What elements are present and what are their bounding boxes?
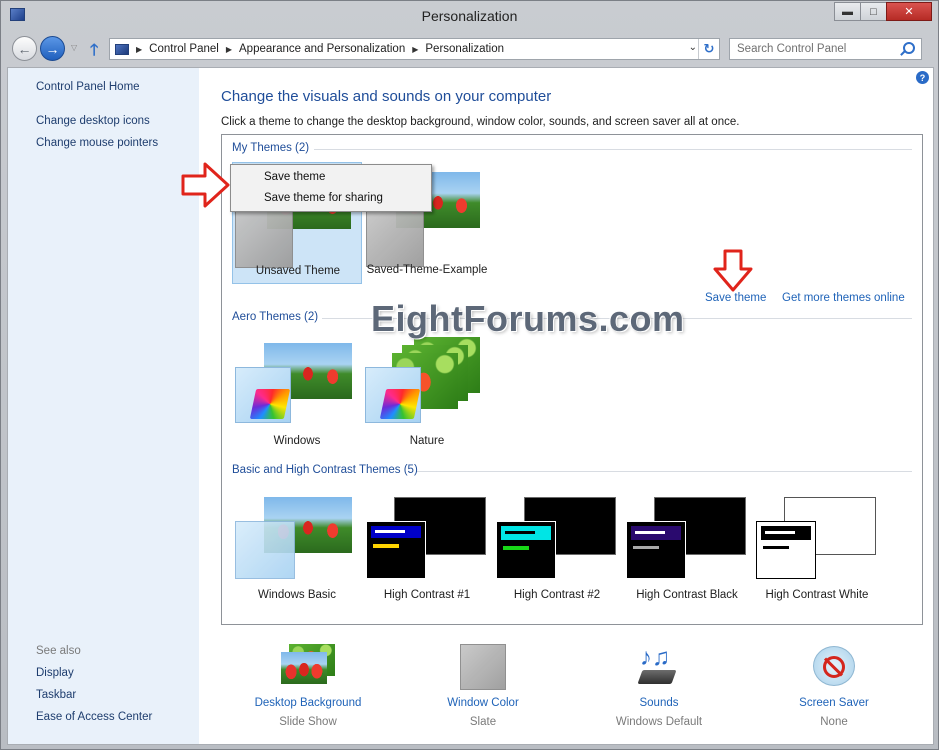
search-icon[interactable] [903, 42, 915, 54]
window-title: Personalization [421, 8, 518, 24]
navigation-bar: ← → ▽ 🡑 ▶ Control Panel ▶ Appearance and… [1, 31, 938, 67]
theme-color-swatch [235, 210, 293, 268]
theme-label: High Contrast #2 [513, 589, 601, 601]
forward-arrow-icon: → [45, 40, 60, 57]
window-controls: ▬ □ ✕ [834, 2, 932, 21]
minimize-button[interactable]: ▬ [834, 2, 861, 21]
color-wheel-icon [379, 389, 421, 419]
help-icon[interactable]: ? [916, 71, 929, 84]
title-bar: Personalization ▬ □ ✕ [1, 1, 938, 31]
save-theme-link[interactable]: Save theme [705, 292, 766, 304]
theme-label: Windows [273, 435, 321, 447]
up-button[interactable]: 🡑 [90, 39, 98, 66]
desktop-background-icon [281, 652, 327, 684]
window-color-link[interactable]: Window Color [408, 697, 558, 709]
menu-item-save-theme-for-sharing[interactable]: Save theme for sharing [264, 192, 383, 204]
watermark: EightForums.com [371, 298, 685, 339]
sidebar: Control Panel Home Change desktop icons … [8, 68, 199, 744]
group-heading-basic-high-contrast[interactable]: Basic and High Contrast Themes (5) [232, 464, 418, 476]
see-also-taskbar[interactable]: Taskbar [36, 689, 76, 701]
theme-label: Nature [409, 435, 445, 447]
window-color-value: Slate [469, 716, 497, 728]
theme-color-swatch [756, 521, 816, 579]
refresh-icon: ↻ [703, 41, 715, 56]
address-history-chevron-icon[interactable]: ⌄ [689, 42, 697, 53]
theme-label: Windows Basic [258, 589, 336, 601]
music-notes-icon: ♪♫ [640, 644, 670, 671]
theme-label: Saved-Theme-Example [366, 264, 488, 276]
sidebar-link-change-mouse-pointers[interactable]: Change mouse pointers [36, 137, 158, 149]
sidebar-link-control-panel-home[interactable]: Control Panel Home [36, 81, 140, 93]
chevron-down-icon: ▽ [71, 43, 78, 52]
theme-high-contrast-1[interactable]: High Contrast #1 [362, 487, 492, 617]
see-also-heading: See also [36, 645, 81, 657]
close-icon: ✕ [904, 6, 914, 18]
theme-color-swatch [235, 521, 295, 579]
group-heading-my-themes[interactable]: My Themes (2) [232, 142, 309, 154]
maximize-icon: □ [870, 5, 877, 18]
up-arrow-icon: 🡑 [90, 42, 99, 59]
screen-saver-value: None [820, 716, 848, 728]
window-color-icon [460, 644, 506, 690]
theme-label: Unsaved Theme [255, 265, 341, 277]
group-divider [314, 149, 912, 150]
breadcrumb-appearance[interactable]: Appearance and Personalization [239, 43, 405, 55]
back-button[interactable]: ← [12, 36, 37, 61]
back-arrow-icon: ← [17, 40, 32, 57]
content-area: Control Panel Home Change desktop icons … [7, 67, 934, 745]
theme-label: High Contrast #1 [383, 589, 471, 601]
group-heading-aero-themes[interactable]: Aero Themes (2) [232, 311, 318, 323]
menu-item-save-theme[interactable]: Save theme [264, 171, 325, 183]
get-more-themes-link[interactable]: Get more themes online [782, 292, 905, 304]
annotation-arrow-down-icon [713, 249, 753, 292]
search-input[interactable] [737, 39, 897, 59]
theme-color-swatch [366, 521, 426, 579]
maximize-button[interactable]: □ [860, 2, 887, 21]
sounds-value: Windows Default [615, 716, 703, 728]
page-description: Click a theme to change the desktop back… [221, 116, 740, 128]
speaker-icon [637, 670, 677, 684]
breadcrumb-control-panel[interactable]: Control Panel [149, 43, 219, 55]
group-divider [417, 471, 912, 472]
address-bar[interactable]: ▶ Control Panel ▶ Appearance and Persona… [109, 38, 720, 60]
annotation-arrow-right-icon [181, 162, 230, 208]
theme-label: High Contrast White [765, 589, 869, 601]
context-menu: Save theme Save theme for sharing [230, 164, 432, 212]
search-box[interactable] [729, 38, 922, 60]
window-frame: Personalization ▬ □ ✕ ← → ▽ 🡑 ▶ Control … [0, 0, 939, 750]
forward-button[interactable]: → [40, 36, 65, 61]
control-panel-icon [115, 43, 129, 55]
minimize-icon: ▬ [842, 5, 853, 18]
theme-color-swatch [366, 209, 424, 267]
theme-color-swatch [496, 521, 556, 579]
breadcrumb-separator-icon[interactable]: ▶ [412, 45, 418, 54]
breadcrumb-separator-icon[interactable]: ▶ [136, 45, 142, 54]
theme-high-contrast-black[interactable]: High Contrast Black [622, 487, 752, 617]
sounds-link[interactable]: Sounds [584, 697, 734, 709]
page-title: Change the visuals and sounds on your co… [221, 88, 552, 105]
screen-saver-link[interactable]: Screen Saver [759, 697, 909, 709]
see-also-ease-of-access[interactable]: Ease of Access Center [36, 711, 152, 723]
refresh-button[interactable]: ↻ [698, 39, 719, 59]
recent-pages-dropdown[interactable]: ▽ [71, 43, 77, 52]
close-button[interactable]: ✕ [886, 2, 932, 21]
theme-label: High Contrast Black [636, 589, 738, 601]
breadcrumb-personalization[interactable]: Personalization [425, 43, 504, 55]
see-also-display[interactable]: Display [36, 667, 74, 679]
color-wheel-icon [249, 389, 291, 419]
breadcrumb-separator-icon[interactable]: ▶ [226, 45, 232, 54]
sidebar-link-change-desktop-icons[interactable]: Change desktop icons [36, 115, 150, 127]
desktop-background-value: Slide Show [279, 716, 337, 728]
theme-high-contrast-2[interactable]: High Contrast #2 [492, 487, 622, 617]
theme-nature[interactable]: Nature [362, 333, 492, 463]
theme-windows[interactable]: Windows [232, 333, 362, 463]
theme-high-contrast-white[interactable]: High Contrast White [752, 487, 882, 617]
desktop-background-link[interactable]: Desktop Background [233, 697, 383, 709]
theme-color-swatch [626, 521, 686, 579]
theme-windows-basic[interactable]: Windows Basic [232, 487, 362, 617]
